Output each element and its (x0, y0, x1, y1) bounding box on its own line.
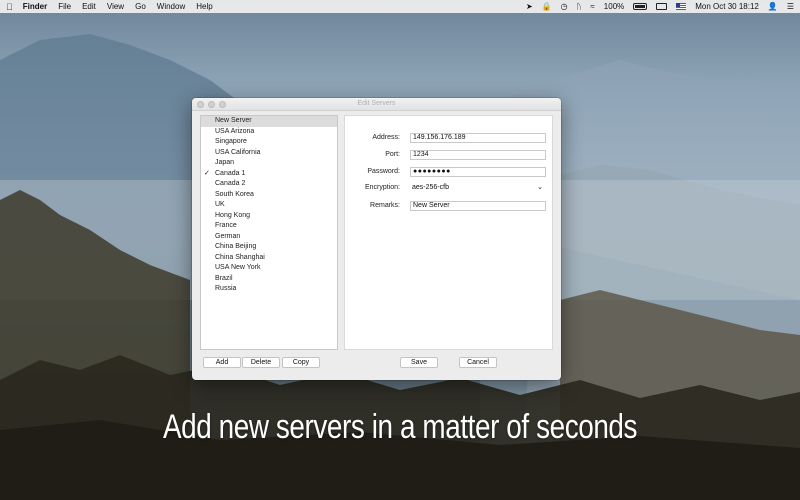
server-list-item[interactable]: German (201, 232, 337, 243)
server-name: USA New York (215, 264, 261, 271)
server-list[interactable]: New Server USA Arizona Singapore USA Califo… (200, 115, 338, 350)
encryption-label: Encryption: (364, 184, 400, 191)
chevron-down-icon: ⌄ (537, 184, 543, 191)
us-flag-icon[interactable] (676, 3, 687, 10)
server-detail-panel: Address: 149.156.176.189 Port: 1234 Pass… (344, 115, 553, 350)
server-list-item[interactable]: UK (201, 200, 337, 211)
server-name: Hong Kong (215, 211, 251, 219)
server-name: France (215, 222, 237, 229)
add-button[interactable]: Add (203, 357, 241, 368)
paper-plane-icon[interactable]: ➤ (526, 2, 533, 11)
password-field[interactable]: ●●●●●●●● (410, 167, 546, 177)
server-name: Canada 2 (215, 180, 246, 187)
server-name: German (215, 232, 241, 240)
encryption-select[interactable]: aes-256-cfb ⌄ (410, 183, 546, 193)
battery-icon[interactable] (633, 3, 648, 10)
server-list-item[interactable]: New Server (201, 116, 337, 127)
menu-help[interactable]: Help (196, 2, 212, 11)
encryption-value: aes-256-cfb (412, 184, 449, 191)
server-name: USA Arizona (215, 127, 255, 135)
wifi-icon[interactable]: ≈ (590, 2, 594, 11)
server-name: China Shanghai (215, 253, 265, 261)
menu-go[interactable]: Go (135, 2, 146, 11)
promo-caption: Add new servers in a matter of seconds (162, 408, 638, 446)
server-list-item[interactable]: ✓ Canada 1 (201, 169, 337, 180)
server-name: New Server (215, 117, 252, 124)
apple-icon[interactable]:  (6, 2, 13, 12)
server-list-item[interactable]: South Korea (201, 190, 337, 201)
server-list-item[interactable]: Russia (201, 284, 337, 295)
address-label: Address: (372, 134, 400, 141)
copy-button[interactable]: Copy (282, 357, 320, 368)
server-list-item[interactable]: Japan (201, 158, 337, 169)
remarks-label: Remarks: (370, 202, 400, 209)
server-list-item[interactable]: USA Arizona (201, 127, 337, 138)
port-field[interactable]: 1234 (410, 150, 546, 160)
bluetooth-icon[interactable]: ᚢ (577, 2, 582, 11)
menu-file[interactable]: File (58, 2, 71, 11)
server-list-item[interactable]: France (201, 221, 337, 232)
server-list-item[interactable]: USA California (201, 148, 337, 159)
menu-view[interactable]: View (107, 2, 124, 11)
server-name: Russia (215, 285, 237, 292)
server-list-item[interactable]: China Shanghai (201, 253, 337, 264)
user-icon[interactable]: 👤 (768, 2, 778, 11)
server-name: China Beijing (215, 243, 257, 250)
server-name: Japan (215, 159, 235, 166)
server-name: UK (215, 201, 225, 208)
server-list-item[interactable]: Brazil (201, 274, 337, 285)
menu-window[interactable]: Window (157, 2, 185, 11)
edit-servers-window: Edit Servers New Server USA Arizona Singap… (192, 98, 561, 380)
server-name: USA California (215, 148, 261, 156)
menu-edit[interactable]: Edit (82, 2, 96, 11)
port-label: Port: (385, 151, 400, 158)
server-list-item[interactable]: USA New York (201, 263, 337, 274)
window-titlebar[interactable]: Edit Servers (192, 98, 561, 111)
delete-button[interactable]: Delete (242, 357, 280, 368)
battery-percent: 100% (603, 2, 625, 11)
clock-icon[interactable]: ◷ (561, 2, 568, 11)
server-name: Canada 1 (215, 169, 246, 177)
server-list-item[interactable]: Canada 2 (201, 179, 337, 190)
menu-app-name[interactable]: Finder (23, 2, 47, 11)
list-icon[interactable]: ☰ (787, 2, 794, 11)
menu-datetime[interactable]: Mon Oct 30 18:12 (695, 2, 759, 11)
checkmark-icon: ✓ (204, 169, 210, 177)
menu-bar:  Finder File Edit View Go Window Help ➤… (0, 0, 800, 13)
server-list-item[interactable]: Hong Kong (201, 211, 337, 222)
server-name: Brazil (215, 274, 233, 282)
server-list-item[interactable]: Singapore (201, 137, 337, 148)
save-button[interactable]: Save (400, 357, 438, 368)
password-label: Password: (367, 168, 400, 175)
remarks-field[interactable]: New Server (410, 201, 546, 211)
address-field[interactable]: 149.156.176.189 (410, 133, 546, 143)
lock-icon[interactable]: 🔒 (542, 2, 552, 11)
airplay-icon[interactable] (656, 3, 668, 10)
status-area: ➤ 🔒 ◷ ᚢ ≈ 100% Mon Oct 30 18:12 👤 ☰ (517, 2, 794, 11)
server-name: Singapore (215, 138, 247, 145)
window-title: Edit Servers (357, 100, 396, 107)
server-list-item[interactable]: China Beijing (201, 242, 337, 253)
cancel-button[interactable]: Cancel (459, 357, 497, 368)
server-name: South Korea (215, 190, 254, 198)
